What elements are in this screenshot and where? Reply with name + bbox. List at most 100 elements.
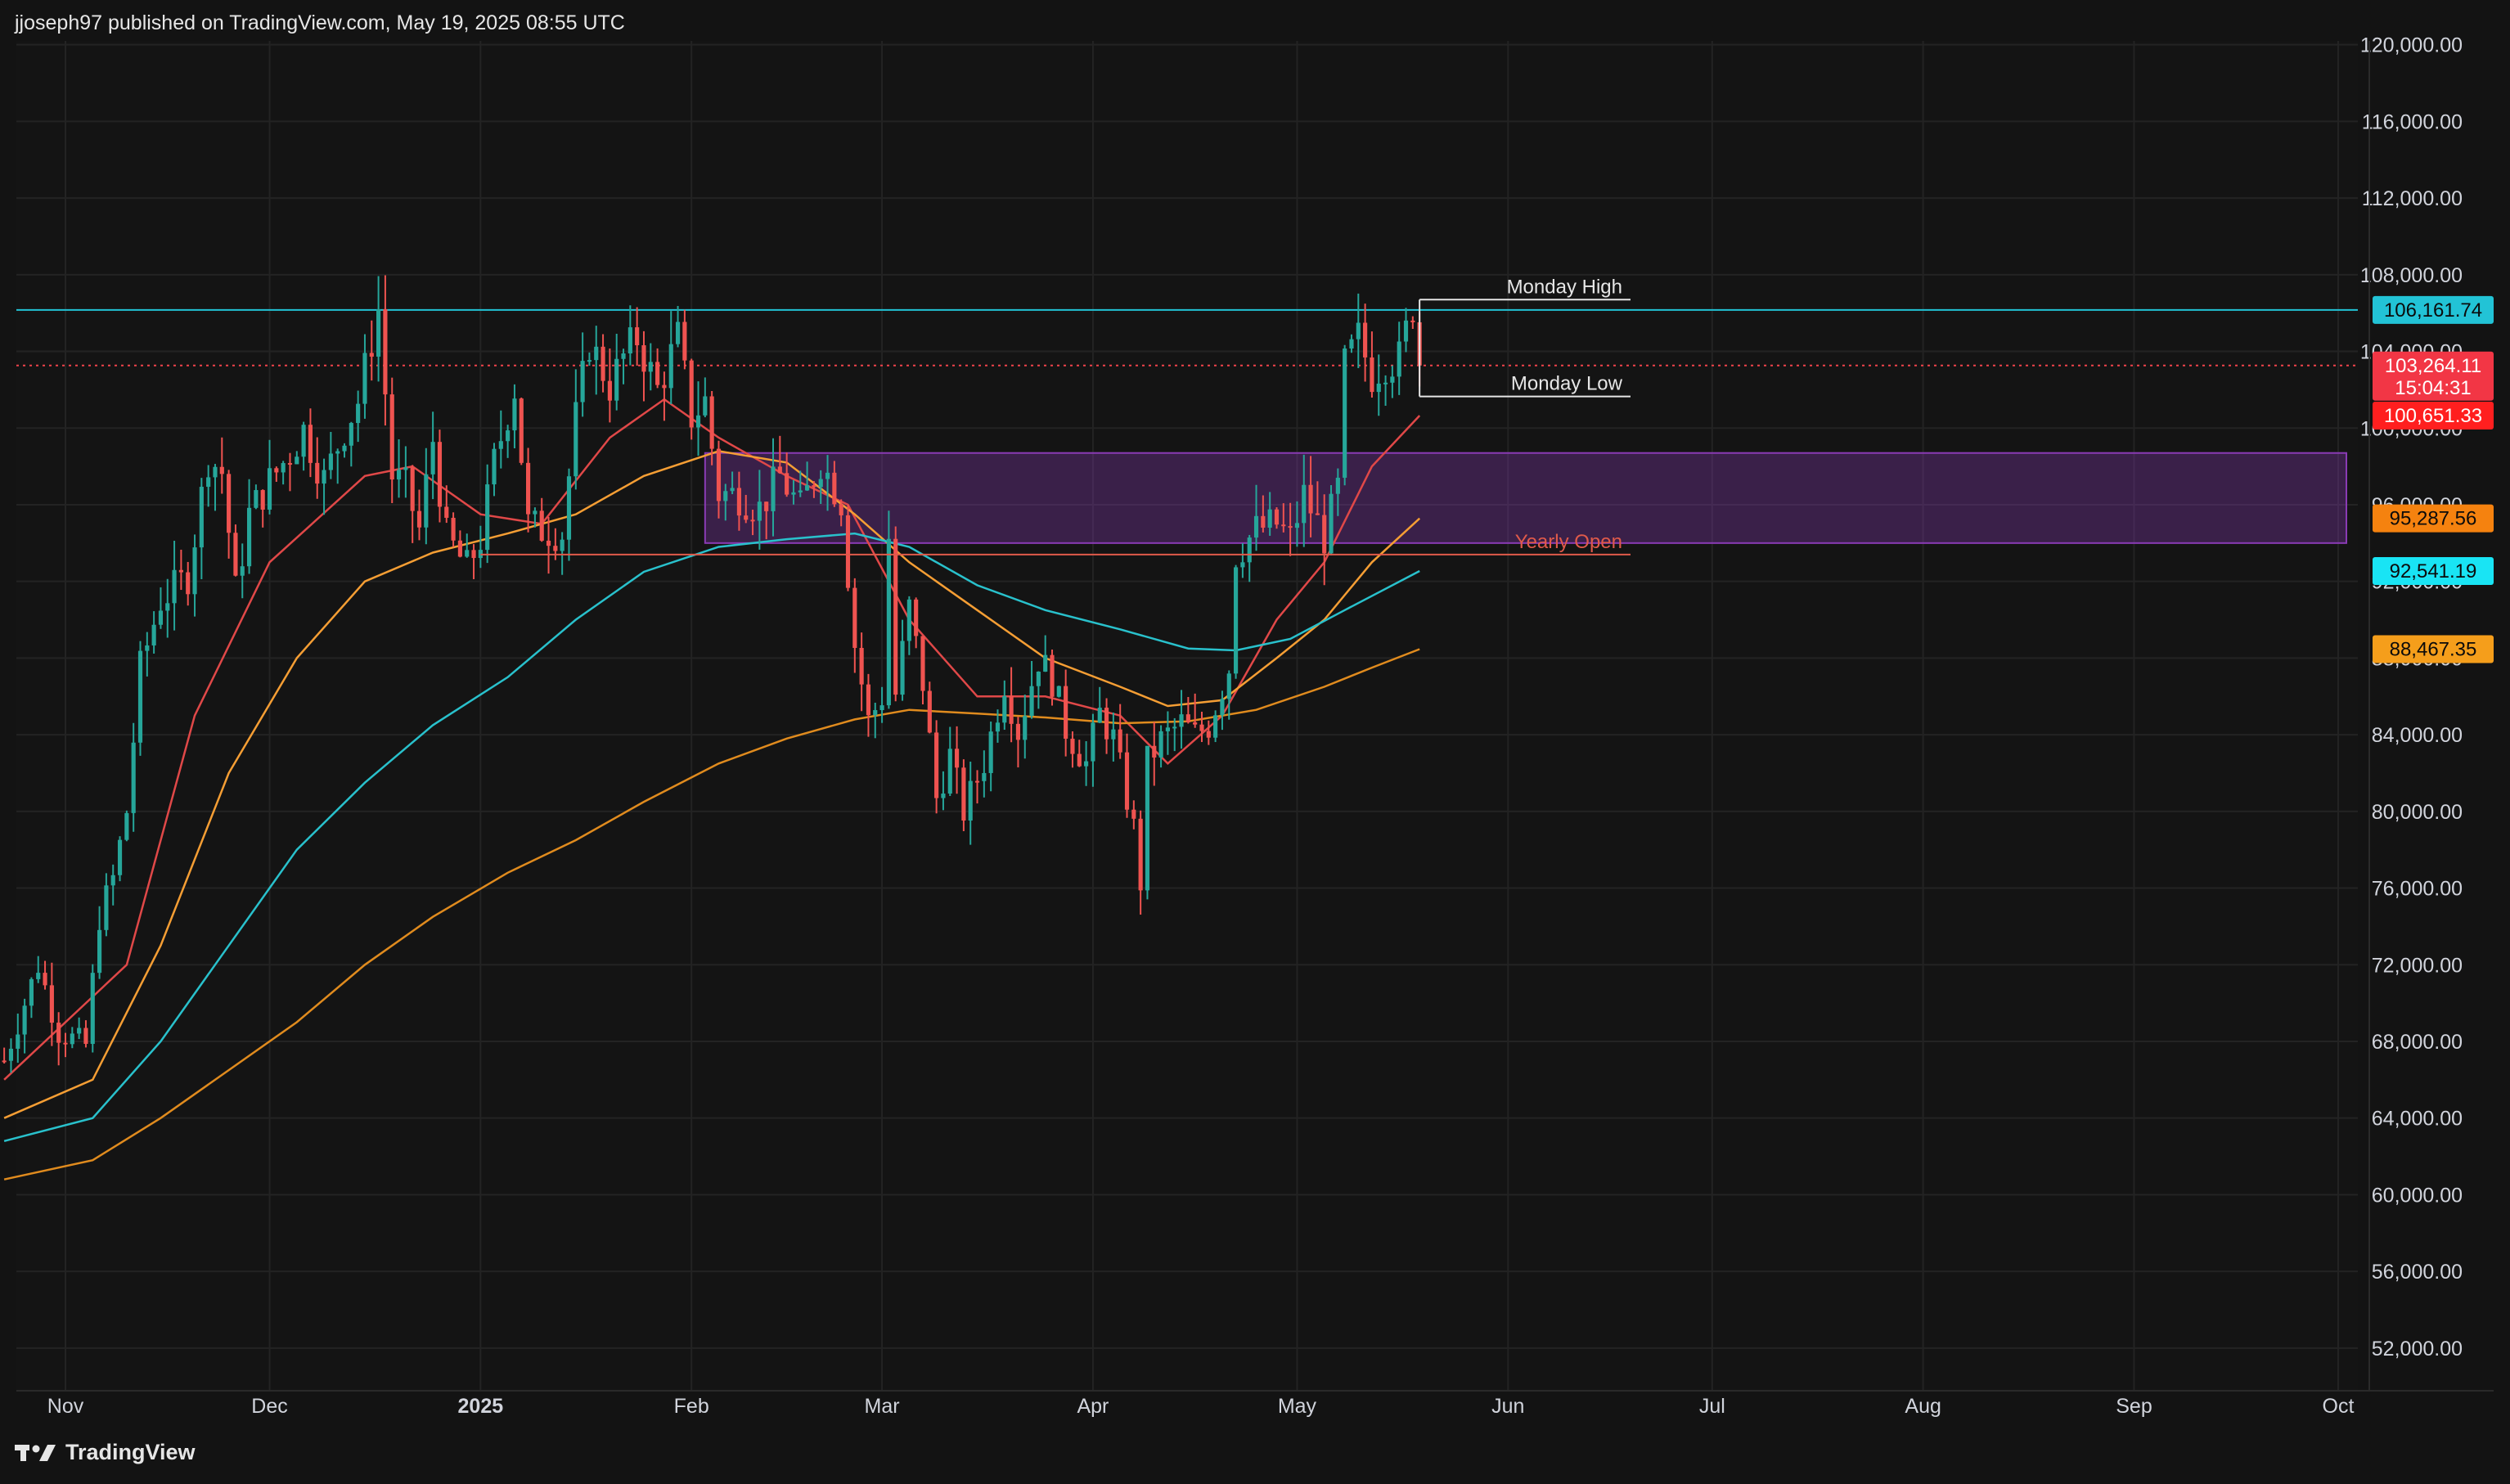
candle-body [954, 749, 960, 768]
candle-body [16, 1034, 20, 1049]
candle-body [328, 453, 333, 470]
time-tick-label: 2025 [458, 1395, 504, 1418]
candle-body [574, 402, 578, 477]
candle-body [818, 479, 823, 488]
candle-body [1138, 818, 1143, 891]
candle-body [539, 510, 544, 541]
candle-body [614, 358, 619, 401]
candle-body [947, 749, 952, 794]
price-badge-value: 100,651.33 [2384, 405, 2482, 427]
time-tick-label: Aug [1905, 1395, 1941, 1418]
candle-body [914, 599, 919, 636]
candle-body [764, 501, 769, 511]
candle-body [444, 506, 449, 518]
candle-body [1253, 515, 1259, 538]
candle-body [607, 380, 612, 401]
candle-body [233, 533, 238, 576]
candle-body [172, 569, 177, 604]
candle-body [812, 485, 816, 488]
candle-body [158, 610, 164, 625]
candle-body [151, 624, 156, 645]
candle-body [2, 1060, 7, 1063]
candle-body [689, 360, 694, 428]
annotation-label: Monday Low [1511, 373, 1623, 395]
candle-body [886, 538, 891, 706]
candle-body [974, 780, 980, 783]
candle-body [49, 985, 54, 1023]
candle-body [1193, 722, 1198, 725]
price-tick-label: 84,000.00 [2372, 724, 2463, 747]
candle-body [777, 466, 782, 474]
countdown-timer: 15:04:31 [2395, 377, 2471, 399]
candle-body [1091, 722, 1095, 762]
candle-body [36, 973, 41, 979]
time-tick-label: Jun [1491, 1395, 1524, 1418]
candle-body [744, 515, 749, 520]
candle-body [117, 839, 123, 875]
candle-body [43, 973, 47, 986]
candle-body [587, 360, 592, 362]
candle-body [546, 540, 551, 546]
candle-body [29, 978, 34, 1006]
price-axis[interactable]: 52,000.00 56,000.00 60,000.00 64,000.00 68,0… [2360, 34, 2463, 1391]
time-tick-label: Dec [251, 1395, 287, 1418]
candle-body [920, 636, 925, 691]
price-tick-label: 72,000.00 [2372, 954, 2463, 977]
price-tick-label: 120,000.00 [2360, 34, 2463, 57]
candle-body [1308, 484, 1313, 514]
time-tick-label: Feb [674, 1395, 709, 1418]
candle-body [695, 415, 701, 428]
candle-body [281, 463, 286, 473]
candle-body [1118, 729, 1122, 753]
candle-body [1070, 738, 1075, 754]
candle-body [995, 722, 1001, 732]
candle-body [628, 327, 632, 354]
candle-body [1097, 708, 1102, 723]
candle-body [1302, 484, 1307, 524]
candle-body [750, 519, 755, 522]
candle-body [1226, 673, 1231, 699]
candle-body [1084, 761, 1089, 767]
candle-body [1015, 723, 1021, 740]
candle-body [1288, 526, 1293, 528]
candle-body [845, 515, 851, 588]
candle-body [506, 430, 511, 442]
candle-body [601, 346, 605, 381]
candle-body [274, 468, 279, 473]
candle-body [580, 361, 585, 402]
candle-body [1322, 515, 1327, 554]
candle-body [451, 517, 456, 541]
price-tick-label: 56,000.00 [2372, 1261, 2463, 1284]
price-tick-label: 52,000.00 [2372, 1338, 2463, 1360]
candle-body [145, 645, 150, 651]
candle-body [906, 599, 911, 641]
candle-body [1036, 672, 1041, 686]
candle-body [1050, 654, 1055, 697]
candle-body [437, 442, 443, 507]
price-tick-label: 108,000.00 [2360, 264, 2463, 287]
candle-body [1376, 383, 1381, 393]
candle-body [682, 322, 687, 361]
candle-body [791, 492, 796, 495]
candle-body [1343, 348, 1347, 478]
supply-zone-layer [704, 452, 2348, 544]
time-axis[interactable]: Nov Dec 2025 Feb Mar Apr May Jun Jul Aug Sep Oct [16, 1390, 2494, 1418]
candle-body [961, 767, 966, 821]
candle-body [186, 572, 191, 595]
price-chart[interactable]: Monday High Monday Low Yearly Open 52,000.… [0, 0, 2510, 1432]
candle-body [124, 812, 129, 840]
candle-body [1002, 695, 1007, 723]
candle-body [655, 362, 660, 385]
candle-body [879, 705, 884, 711]
price-tick-label: 80,000.00 [2372, 801, 2463, 824]
candle-body [641, 345, 646, 372]
footer-brand[interactable]: TradingView [15, 1440, 196, 1465]
candle-body [1390, 376, 1395, 383]
time-tick-label: May [1278, 1395, 1317, 1418]
price-badge-value: 95,287.56 [2390, 508, 2477, 530]
candle-body [1410, 320, 1415, 322]
candle-body [192, 547, 197, 595]
candle-body [424, 474, 429, 528]
candle-body [526, 462, 531, 515]
candle-body [662, 384, 667, 389]
